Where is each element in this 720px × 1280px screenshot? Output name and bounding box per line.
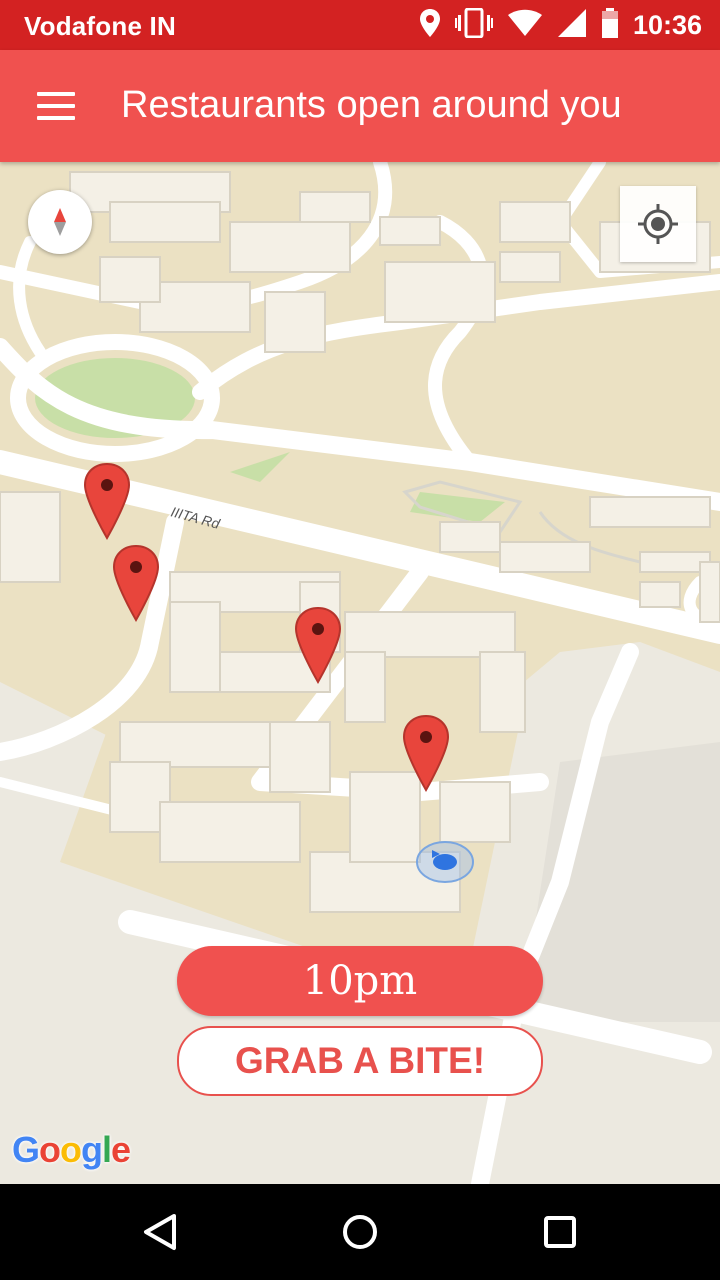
my-location-icon[interactable] [620,186,696,262]
battery-icon [601,7,619,43]
vibrate-icon [454,7,493,43]
back-icon[interactable] [130,1202,190,1262]
carrier-name: Vodafone IN [24,11,176,41]
restaurant-marker-2[interactable] [111,544,161,622]
grab-a-bite-button[interactable]: GRAB A BITE! [177,1026,543,1096]
current-location-dot [416,841,474,883]
navigation-bar [0,1184,720,1280]
wifi-icon [507,9,543,42]
restaurant-marker-1[interactable] [82,462,132,540]
signal-icon [557,8,587,43]
recents-icon[interactable] [530,1202,590,1262]
google-logo: Google [12,1129,131,1170]
location-icon [419,8,441,43]
status-icons: 10:36 [419,7,702,43]
restaurant-marker-4[interactable] [401,714,451,792]
time-selector-button[interactable]: 10pm [177,946,543,1016]
home-icon[interactable] [330,1202,390,1262]
hamburger-menu-icon[interactable] [26,80,86,132]
status-bar: Vodafone IN 10:36 [0,0,720,50]
app-bar: Restaurants open around you [0,50,720,162]
restaurant-marker-3[interactable] [293,606,343,684]
page-title: Restaurants open around you [121,84,622,126]
compass-icon[interactable] [28,190,92,254]
clock: 10:36 [632,9,702,40]
